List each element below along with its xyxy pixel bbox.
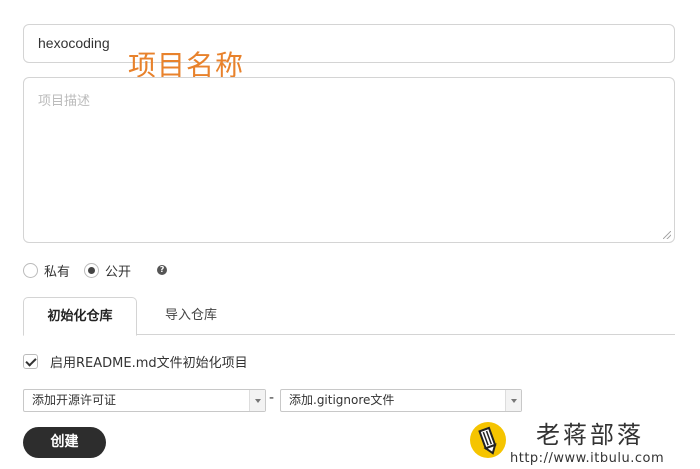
license-select-value: 添加开源许可证 xyxy=(32,393,117,407)
readme-checkbox-row: 启用README.md文件初始化项目 xyxy=(23,351,248,371)
visibility-public-label: 公开 xyxy=(105,264,132,280)
license-select[interactable]: 添加开源许可证 xyxy=(23,389,266,412)
create-button[interactable]: 创建 xyxy=(23,427,106,458)
description-placeholder: 项目描述 xyxy=(38,94,91,109)
help-icon[interactable]: ? xyxy=(157,265,168,275)
tab-init-repo[interactable]: 初始化仓库 xyxy=(23,297,137,336)
radio-unchecked-icon[interactable] xyxy=(23,262,38,278)
repo-name-input[interactable]: hexocoding xyxy=(23,24,675,63)
gitignore-select-value: 添加.gitignore文件 xyxy=(289,393,395,407)
watermark-title: 老蒋部落 xyxy=(536,421,644,449)
pencil-logo-icon xyxy=(470,422,506,458)
tab-import-repo[interactable]: 导入仓库 xyxy=(141,297,241,335)
visibility-radio-group: 私有 公开 ? xyxy=(23,260,168,280)
resize-grip-icon[interactable] xyxy=(663,231,671,239)
watermark: 老蒋部落 http://www.itbulu.com xyxy=(470,418,700,469)
chevron-down-icon[interactable] xyxy=(249,390,265,411)
new-repo-form: hexocoding 项目名称 项目描述 私有 公开 ? 初始化仓库 导入仓库 … xyxy=(0,0,700,469)
chevron-down-icon[interactable] xyxy=(505,390,521,411)
repo-description-textarea[interactable]: 项目描述 xyxy=(23,77,675,243)
select-separator: - xyxy=(269,390,275,406)
visibility-private-label: 私有 xyxy=(44,264,71,280)
gitignore-select[interactable]: 添加.gitignore文件 xyxy=(280,389,522,412)
readme-checkbox-label[interactable]: 启用README.md文件初始化项目 xyxy=(50,352,248,371)
visibility-public-radio[interactable]: 公开 xyxy=(84,261,131,280)
radio-checked-icon[interactable] xyxy=(84,262,100,278)
repo-init-tabs: 初始化仓库 导入仓库 xyxy=(23,297,675,336)
watermark-url: http://www.itbulu.com xyxy=(510,451,665,466)
visibility-private-radio[interactable]: 私有 xyxy=(23,261,70,280)
readme-checkbox[interactable] xyxy=(23,353,38,369)
